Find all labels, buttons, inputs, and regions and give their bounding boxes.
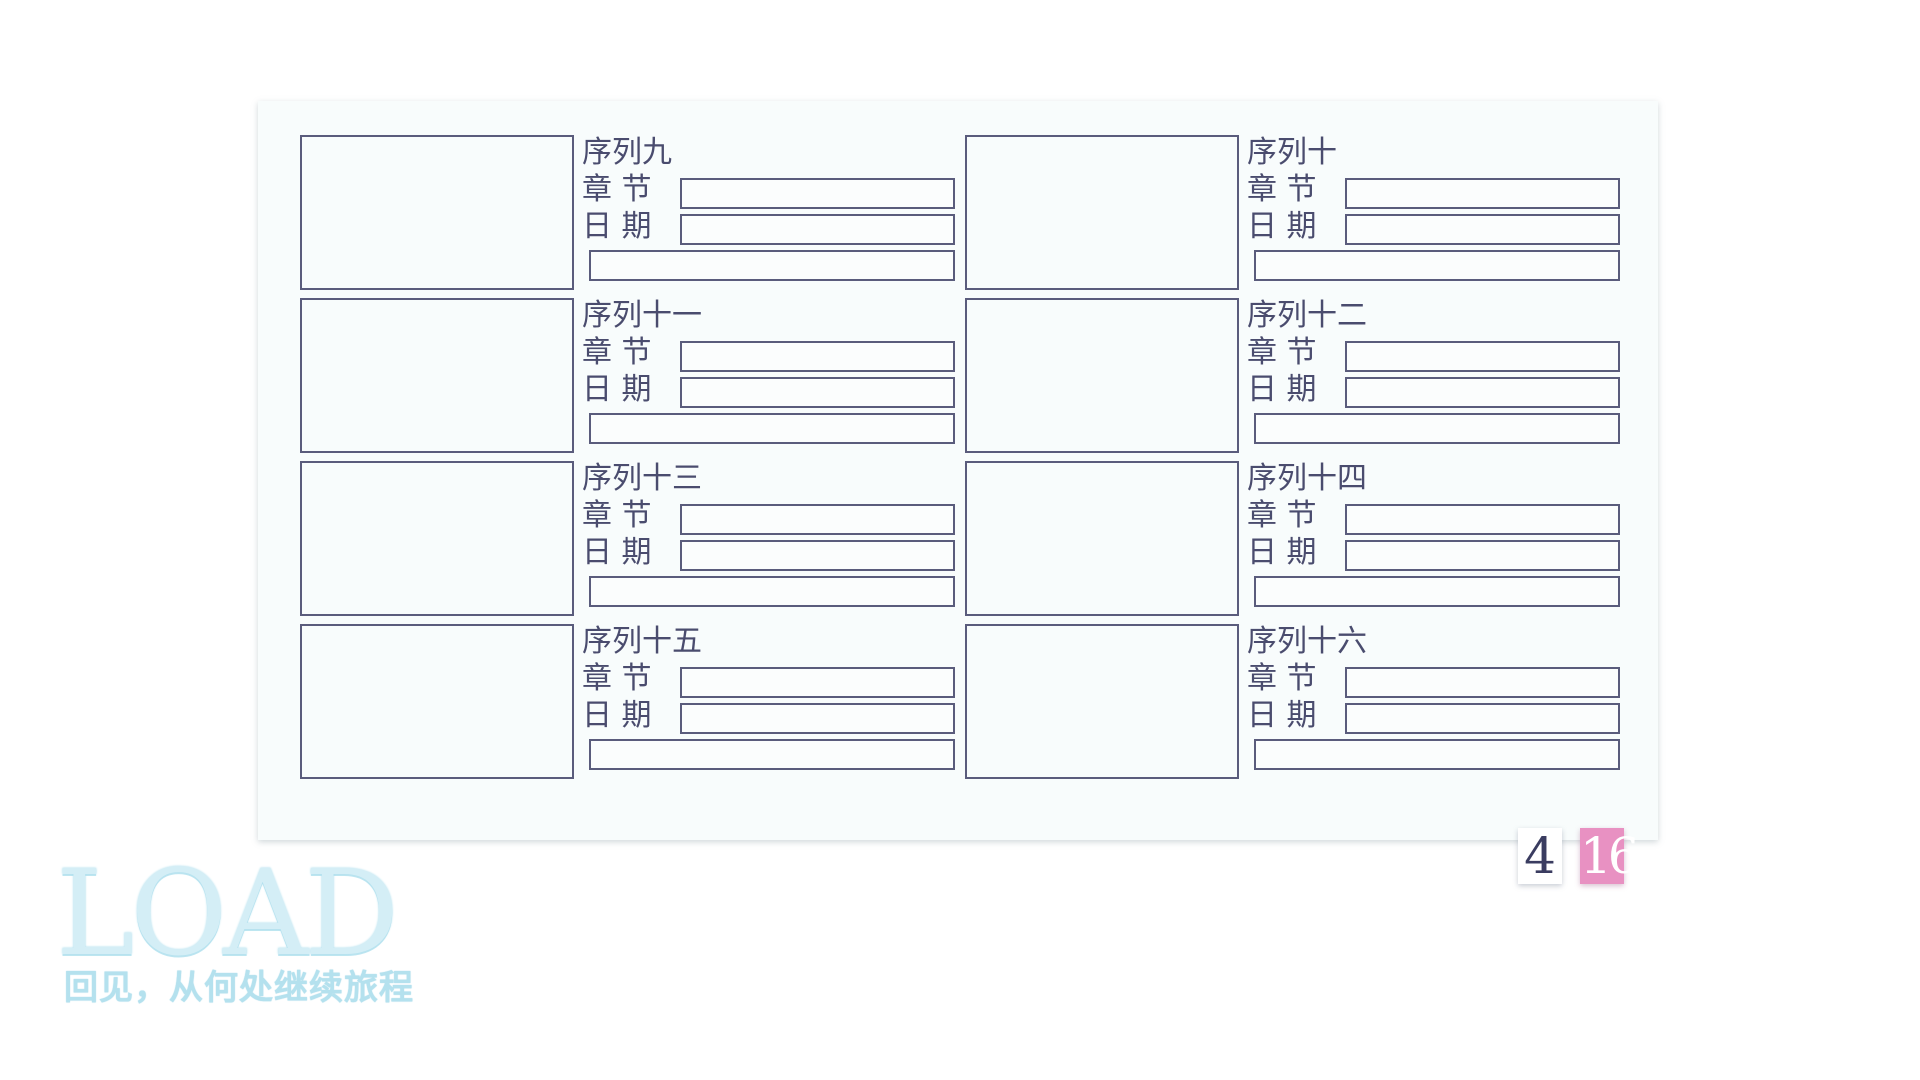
save-slot-15[interactable]: 序列十五 章 节 日 期 [300, 624, 970, 781]
note-field [589, 250, 955, 281]
save-slot-title: 序列九 [582, 135, 672, 170]
chapter-label: 章 节 [582, 172, 652, 207]
chapter-field [1345, 341, 1620, 372]
page-button-current[interactable]: 16 [1580, 828, 1640, 884]
save-slot-thumbnail[interactable] [965, 461, 1239, 616]
date-label: 日 期 [1247, 535, 1317, 570]
note-field [589, 739, 955, 770]
date-field [680, 377, 955, 408]
save-slot-16[interactable]: 序列十六 章 节 日 期 [965, 624, 1635, 781]
save-slot-title: 序列十四 [1247, 461, 1367, 496]
save-slot-title: 序列十三 [582, 461, 702, 496]
save-slot-title: 序列十二 [1247, 298, 1367, 333]
chapter-field [680, 178, 955, 209]
chapter-label: 章 节 [1247, 172, 1317, 207]
note-field [1254, 739, 1620, 770]
date-field [680, 703, 955, 734]
date-label: 日 期 [582, 698, 652, 733]
chapter-label: 章 节 [1247, 335, 1317, 370]
save-slot-14[interactable]: 序列十四 章 节 日 期 [965, 461, 1635, 618]
save-slot-thumbnail[interactable] [965, 135, 1239, 290]
chapter-label: 章 节 [1247, 498, 1317, 533]
save-slot-11[interactable]: 序列十一 章 节 日 期 [300, 298, 970, 455]
load-subtitle: 回见，从何处继续旅程 [64, 968, 414, 1008]
note-field [1254, 413, 1620, 444]
date-label: 日 期 [582, 209, 652, 244]
date-field [1345, 540, 1620, 571]
note-field [589, 576, 955, 607]
chapter-field [680, 504, 955, 535]
chapter-label: 章 节 [1247, 661, 1317, 696]
chapter-label: 章 节 [582, 498, 652, 533]
note-field [589, 413, 955, 444]
save-slot-title: 序列十 [1247, 135, 1337, 170]
load-logo: LOAD [56, 844, 476, 982]
save-slot-thumbnail[interactable] [300, 298, 574, 453]
save-slot-thumbnail[interactable] [965, 624, 1239, 779]
save-slot-title: 序列十一 [582, 298, 702, 333]
chapter-field [1345, 667, 1620, 698]
date-label: 日 期 [582, 372, 652, 407]
save-slot-thumbnail[interactable] [300, 624, 574, 779]
save-slot-panel: 序列九 章 节 日 期 序列十 章 节 日 期 序列十一 章 节 日 期 序列十… [258, 101, 1658, 840]
date-label: 日 期 [1247, 209, 1317, 244]
load-screen: 序列九 章 节 日 期 序列十 章 节 日 期 序列十一 章 节 日 期 序列十… [0, 0, 1920, 1080]
save-slot-thumbnail[interactable] [965, 298, 1239, 453]
note-field [1254, 576, 1620, 607]
date-label: 日 期 [1247, 372, 1317, 407]
date-field [1345, 703, 1620, 734]
save-slot-12[interactable]: 序列十二 章 节 日 期 [965, 298, 1635, 455]
load-title: LOAD [56, 844, 399, 982]
chapter-field [680, 341, 955, 372]
chapter-field [680, 667, 955, 698]
chapter-label: 章 节 [582, 335, 652, 370]
save-slot-title: 序列十六 [1247, 624, 1367, 659]
save-slot-thumbnail[interactable] [300, 135, 574, 290]
page-button-prev[interactable]: 4 [1518, 828, 1562, 884]
save-slot-13[interactable]: 序列十三 章 节 日 期 [300, 461, 970, 618]
note-field [1254, 250, 1620, 281]
save-slot-10[interactable]: 序列十 章 节 日 期 [965, 135, 1635, 292]
save-slot-thumbnail[interactable] [300, 461, 574, 616]
date-label: 日 期 [582, 535, 652, 570]
date-field [1345, 377, 1620, 408]
chapter-field [1345, 504, 1620, 535]
save-slot-title: 序列十五 [582, 624, 702, 659]
date-field [680, 540, 955, 571]
chapter-label: 章 节 [582, 661, 652, 696]
date-field [680, 214, 955, 245]
date-label: 日 期 [1247, 698, 1317, 733]
date-field [1345, 214, 1620, 245]
save-slot-9[interactable]: 序列九 章 节 日 期 [300, 135, 970, 292]
chapter-field [1345, 178, 1620, 209]
